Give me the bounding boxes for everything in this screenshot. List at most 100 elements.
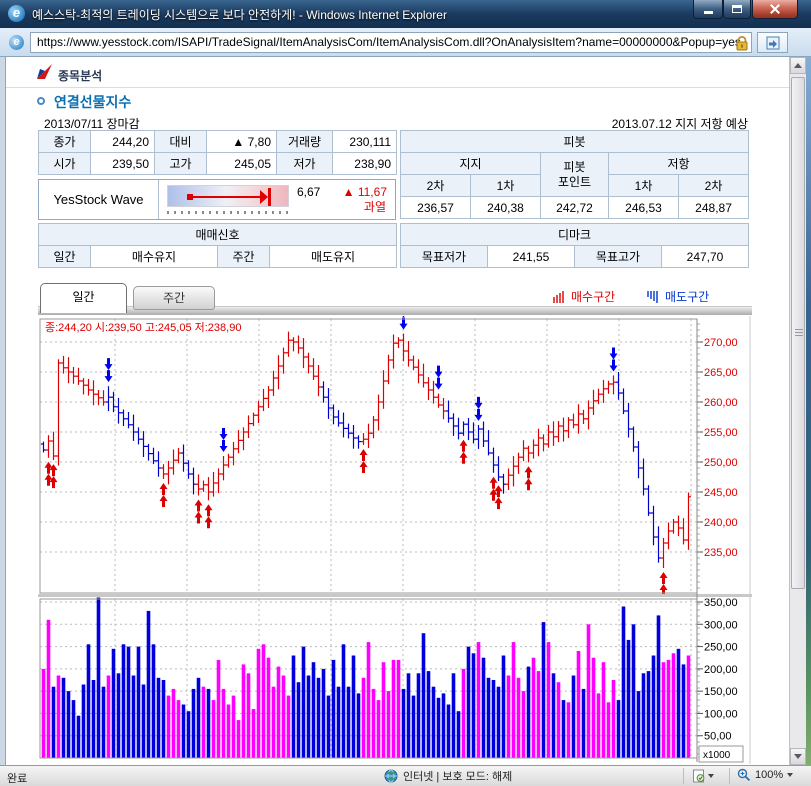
header-divider	[6, 87, 789, 88]
browser-window: e 예스스탁-최적의 트레이딩 시스템으로 보다 안전하게! - Windows…	[0, 0, 811, 786]
compatibility-icon	[766, 36, 780, 50]
tab-weekly[interactable]: 주간	[133, 286, 215, 310]
demark-table: 디마크 목표저가 241,55 목표고가 247,70	[400, 223, 749, 268]
resist2-label: 2차	[679, 175, 749, 197]
svg-text:250,00: 250,00	[704, 642, 738, 654]
close-button[interactable]	[752, 0, 798, 19]
svg-text:260,00: 260,00	[704, 397, 738, 409]
scroll-up-button[interactable]	[790, 57, 806, 74]
svg-text:종:244,20 시:239,50 고:245,05 저:2: 종:244,20 시:239,50 고:245,05 저:238,90	[45, 321, 241, 334]
change-label: 대비	[155, 131, 207, 153]
volume-label: 거래량	[277, 131, 333, 153]
svg-text:240,00: 240,00	[704, 517, 738, 529]
daily-signal-value: 매수유지	[91, 246, 218, 268]
scroll-down-button[interactable]	[790, 748, 806, 765]
support-label: 지지	[401, 153, 541, 175]
resist1-value: 246,53	[609, 197, 679, 219]
zoom-magnifier-icon	[737, 768, 751, 782]
low-value: 238,90	[333, 153, 397, 175]
wave-label: YesStock Wave	[39, 180, 159, 219]
high-label: 고가	[155, 153, 207, 175]
status-separator	[683, 768, 684, 784]
zone-text: 인터넷 | 보호 모드: 해제	[403, 768, 512, 784]
address-input[interactable]: https://www.yesstock.com/ISAPI/TradeSign…	[30, 32, 752, 53]
page-actions-dropdown-icon	[708, 774, 714, 778]
wave-gauge-arrow	[260, 190, 268, 204]
wave-gauge-ticks	[167, 211, 289, 214]
resist2-value: 248,87	[679, 197, 749, 219]
minimize-button[interactable]	[693, 0, 723, 19]
svg-text:235,00: 235,00	[704, 547, 738, 559]
section-bullet-icon	[37, 97, 45, 105]
close-value: 244,20	[91, 131, 155, 153]
page-ie-icon: e	[9, 35, 24, 50]
sell-zone-icon	[646, 290, 661, 304]
daily-signal-label: 일간	[39, 246, 91, 268]
scrollbar-thumb[interactable]	[791, 77, 805, 589]
svg-text:255,00: 255,00	[704, 427, 738, 439]
window-border-right	[806, 57, 811, 765]
signal-title: 매매신호	[39, 224, 397, 246]
legend-sell-label: 매도구간	[665, 288, 709, 305]
page-content: 종목분석 연결선물지수 2013/07/11 장마감 2013.07.12 지지…	[6, 57, 789, 765]
quote-table: 종가 244,20 대비 ▲ 7,80 거래량 230,111 시가 239,5…	[38, 130, 397, 175]
svg-text:300,00: 300,00	[704, 619, 738, 631]
wave-value: 6,67	[297, 185, 320, 199]
close-label: 종가	[39, 131, 91, 153]
target-high-value: 247,70	[662, 246, 749, 268]
page-actions-icon	[692, 769, 705, 783]
status-separator2	[729, 768, 730, 784]
title-bar: e 예스스탁-최적의 트레이딩 시스템으로 보다 안전하게! - Windows…	[0, 0, 811, 28]
lock-icon	[735, 36, 749, 56]
weekly-signal-value: 매도유지	[270, 246, 397, 268]
pivot-point-label-line2: 포인트	[546, 175, 603, 190]
target-low-value: 241,55	[488, 246, 575, 268]
scroll-up-icon	[794, 63, 802, 68]
compatibility-view-button[interactable]	[757, 32, 788, 53]
app-logo-icon	[36, 63, 54, 84]
legend-buy: 매수구간	[552, 288, 615, 305]
maximize-button[interactable]	[723, 0, 751, 19]
window-title: 예스스탁-최적의 트레이딩 시스템으로 보다 안전하게! - Windows I…	[32, 6, 447, 23]
zoom-level: 100%	[755, 769, 783, 781]
price-volume-chart: 270,00265,00260,00255,00250,00245,00240,…	[38, 316, 752, 764]
page-actions[interactable]	[692, 769, 714, 783]
svg-text:245,00: 245,00	[704, 487, 738, 499]
support1-value: 240,38	[471, 197, 541, 219]
wave-gauge-marker	[268, 188, 271, 206]
status-bar: 완료 인터넷 | 보호 모드: 해제 100%	[0, 765, 811, 786]
pivot-point-label-line1: 피봇	[546, 160, 603, 175]
pivot-point-value: 242,72	[541, 197, 609, 219]
wave-gauge-line	[190, 196, 262, 198]
svg-text:50,00: 50,00	[704, 731, 732, 743]
svg-text:150,00: 150,00	[704, 686, 738, 698]
high-value: 245,05	[207, 153, 277, 175]
status-text: 완료	[7, 770, 27, 786]
close-icon	[769, 3, 781, 15]
legend-sell: 매도구간	[646, 288, 709, 305]
target-low-label: 목표저가	[401, 246, 488, 268]
scrollbar-grip	[795, 329, 803, 337]
svg-text:350,00: 350,00	[704, 597, 738, 609]
menu-label: 종목분석	[58, 67, 102, 84]
open-label: 시가	[39, 153, 91, 175]
wave-gauge	[167, 185, 289, 207]
svg-text:265,00: 265,00	[704, 367, 738, 379]
support2-label: 2차	[401, 175, 471, 197]
svg-text:200,00: 200,00	[704, 664, 738, 676]
wave-status: 과열	[364, 198, 386, 215]
demark-title: 디마크	[401, 224, 749, 246]
vertical-scrollbar[interactable]	[789, 57, 806, 765]
wave-change: ▲ 11,67	[343, 185, 387, 199]
pivot-point-label: 피봇 포인트	[541, 153, 609, 197]
zoom-control[interactable]: 100%	[737, 768, 793, 782]
zoom-dropdown-icon	[787, 773, 793, 777]
security-zone: 인터넷 | 보호 모드: 해제	[384, 768, 512, 784]
volume-value: 230,111	[333, 131, 397, 153]
change-value: ▲ 7,80	[207, 131, 277, 153]
tab-daily[interactable]: 일간	[40, 283, 127, 313]
low-label: 저가	[277, 153, 333, 175]
pivot-title: 피봇	[401, 131, 749, 153]
support2-value: 236,57	[401, 197, 471, 219]
resistance-label: 저항	[609, 153, 749, 175]
